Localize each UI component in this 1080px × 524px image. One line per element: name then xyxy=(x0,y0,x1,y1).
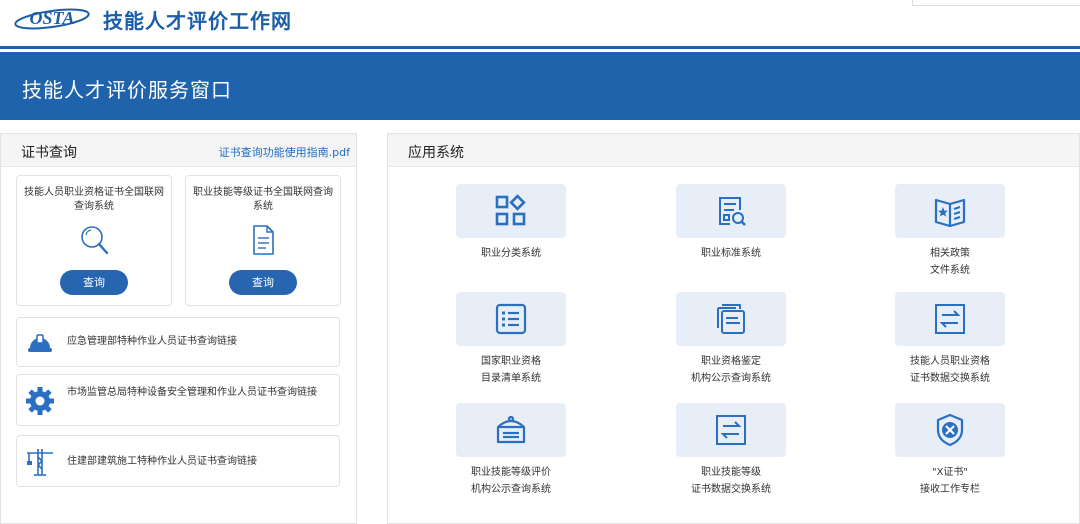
app-tile[interactable] xyxy=(456,403,566,457)
app-label: 职业技能等级评价 机构公示查询系统 xyxy=(471,467,551,495)
top-header: OSTA 技能人才评价工作网 xyxy=(0,0,1080,46)
app-tile[interactable] xyxy=(895,292,1005,346)
app-label: "X证书" 接收工作专栏 xyxy=(920,467,980,495)
app-tile[interactable] xyxy=(676,292,786,346)
app-occupation-standard[interactable]: 职业标准系统 xyxy=(641,184,821,288)
app-tile[interactable] xyxy=(676,184,786,238)
header-divider xyxy=(0,46,1080,49)
osta-logo[interactable]: OSTA xyxy=(12,4,92,30)
app-x-certificate[interactable]: "X证书" 接收工作专栏 xyxy=(860,403,1040,507)
app-tile[interactable] xyxy=(456,292,566,346)
cert-card-title: 技能人员职业资格证书全国联网查询系统 xyxy=(24,187,164,212)
app-label: 技能人员职业资格 证书数据交换系统 xyxy=(910,356,990,384)
cert-card-vocational-qualification: 技能人员职业资格证书全国联网查询系统 查询 xyxy=(16,175,172,306)
app-label: 职业分类系统 xyxy=(481,248,541,259)
tower-crane-icon xyxy=(27,449,53,476)
cert-query-header: 证书查询 证书查询功能使用指南.pdf xyxy=(1,134,356,167)
category-grid-icon xyxy=(495,194,526,226)
service-banner: 技能人才评价服务窗口 xyxy=(0,52,1080,120)
exchange-icon xyxy=(935,304,965,334)
cert-query-guide-link[interactable]: 证书查询功能使用指南.pdf xyxy=(219,144,350,160)
link-text: 住建部建筑施工特种作业人员证书查询链接 xyxy=(67,456,257,467)
institution-icon xyxy=(496,415,526,444)
app-label: 职业标准系统 xyxy=(701,248,761,259)
cert-card-title: 职业技能等级证书全国联网查询系统 xyxy=(193,187,333,212)
svg-text:OSTA: OSTA xyxy=(29,8,74,28)
exchange-icon xyxy=(716,415,746,445)
app-occupation-classification[interactable]: 职业分类系统 xyxy=(421,184,601,288)
link-text: 市场监管总局特种设备安全管理和作业人员证书查询链接 xyxy=(67,387,317,398)
app-tile[interactable] xyxy=(676,403,786,457)
app-label: 相关政策 文件系统 xyxy=(930,248,970,276)
apps-header: 应用系统 xyxy=(388,134,1079,167)
standard-search-icon xyxy=(719,197,746,226)
cert-card-skill-level: 职业技能等级证书全国联网查询系统 查询 xyxy=(185,175,341,306)
magnifier-icon xyxy=(81,226,109,255)
documents-icon xyxy=(717,304,745,334)
gear-icon xyxy=(26,387,54,415)
query-button[interactable]: 查询 xyxy=(60,270,128,295)
app-qualification-data-exchange[interactable]: 技能人员职业资格 证书数据交换系统 xyxy=(860,292,1040,396)
app-policy-documents[interactable]: 相关政策 文件系统 xyxy=(860,184,1040,288)
site-title[interactable]: 技能人才评价工作网 xyxy=(103,5,292,34)
top-search-box[interactable] xyxy=(912,0,1080,6)
banner-title: 技能人才评价服务窗口 xyxy=(22,78,232,102)
app-label: 国家职业资格 目录清单系统 xyxy=(481,356,541,384)
link-text: 应急管理部特种作业人员证书查询链接 xyxy=(67,336,237,347)
document-icon xyxy=(253,225,274,255)
app-qualification-catalog[interactable]: 国家职业资格 目录清单系统 xyxy=(421,292,601,396)
link-market-supervision[interactable]: 市场监管总局特种设备安全管理和作业人员证书查询链接 xyxy=(16,374,340,426)
hardhat-icon xyxy=(28,334,52,352)
link-housing-construction[interactable]: 住建部建筑施工特种作业人员证书查询链接 xyxy=(16,435,340,487)
app-tile[interactable] xyxy=(895,184,1005,238)
app-tile[interactable] xyxy=(456,184,566,238)
x-badge-icon xyxy=(936,413,964,447)
list-icon xyxy=(495,303,527,335)
query-button[interactable]: 查询 xyxy=(229,270,297,295)
cert-query-title: 证书查询 xyxy=(21,145,77,161)
app-appraisal-institution[interactable]: 职业资格鉴定 机构公示查询系统 xyxy=(641,292,821,396)
app-label: 职业资格鉴定 机构公示查询系统 xyxy=(691,356,771,384)
apps-title: 应用系统 xyxy=(408,145,464,161)
policy-book-icon xyxy=(934,198,966,228)
app-skill-level-data-exchange[interactable]: 职业技能等级 证书数据交换系统 xyxy=(641,403,821,507)
link-emergency-management[interactable]: 应急管理部特种作业人员证书查询链接 xyxy=(16,317,340,367)
app-label: 职业技能等级 证书数据交换系统 xyxy=(691,467,771,495)
app-tile[interactable] xyxy=(895,403,1005,457)
app-skill-evaluation-institution[interactable]: 职业技能等级评价 机构公示查询系统 xyxy=(421,403,601,507)
